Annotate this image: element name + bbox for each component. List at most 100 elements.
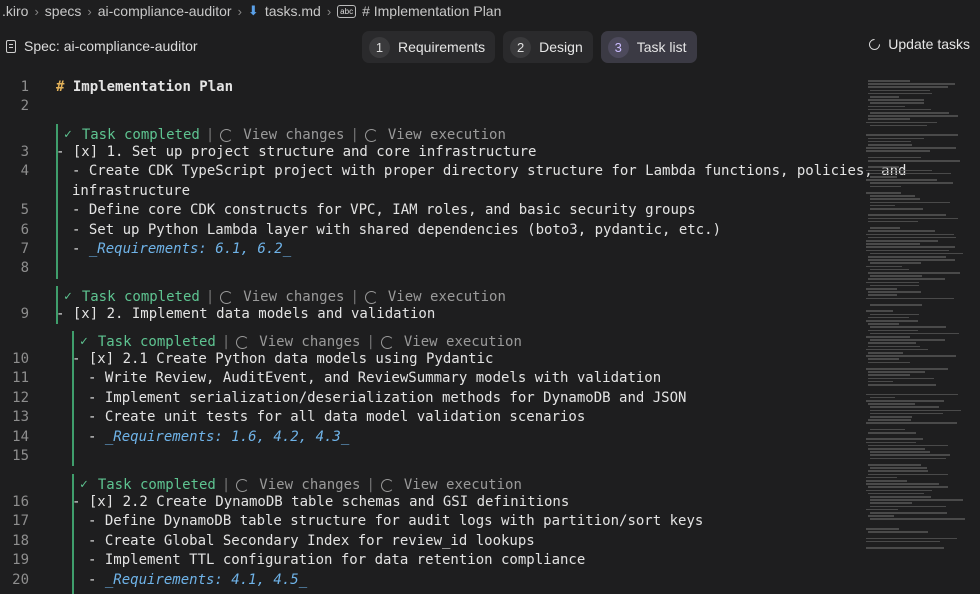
editor[interactable]: ✓ Task completed | View changes | View e… [0,78,907,594]
minimap-line [868,464,921,466]
heading-text: Implementation Plan [64,79,234,95]
minimap-line [868,345,921,348]
breadcrumb-symbol[interactable]: # Implementation Plan [362,3,501,19]
minimap-line [866,480,908,482]
minimap-line [866,348,928,351]
editor-line[interactable]: 17 - Define DynamoDB table structure for … [0,512,860,531]
minimap-line [868,371,926,373]
editor-line[interactable]: 18 - Create Global Secondary Index for re… [0,532,860,551]
spec-tabs: 1 Requirements 2 Design 3 Task list [362,31,697,63]
execution-icon [380,478,394,492]
breadcrumb-specs[interactable]: specs [45,3,82,19]
spec-title-label: Spec: ai-compliance-auditor [24,38,198,54]
minimap-line [866,121,937,124]
editor-line[interactable]: 19 - Implement TTL configuration for data… [0,551,860,570]
minimap-line [868,470,928,472]
editor-line[interactable]: 20 - _Requirements: 4.1, 4.5_ [0,571,860,590]
minimap[interactable] [866,78,970,594]
minimap-line [870,502,912,504]
markdown-file-icon: ⬇ [247,3,259,18]
minimap-line [868,256,946,258]
editor-line[interactable]: 13 - Create unit tests for all data model… [0,408,860,427]
minimap-line [866,265,902,268]
minimap-line [868,419,911,421]
minimap-line [866,336,911,338]
line-content: - _Requirements: 6.1, 6.2_ [72,240,291,259]
minimap-line [870,185,901,188]
chevron-right-icon: › [237,3,242,19]
minimap-line [868,118,910,120]
minimap-line [870,284,920,287]
line-content: - _Requirements: 4.1, 4.5_ [88,571,307,590]
minimap-line [868,358,900,360]
breadcrumb-spec-folder[interactable]: ai-compliance-auditor [98,3,232,19]
minimap-line [868,160,960,162]
line-number: 6 [20,221,29,238]
minimap-line [866,400,944,402]
execution-icon [364,290,378,304]
minimap-line [870,275,923,277]
editor-line[interactable]: 1 # Implementation Plan [0,78,860,97]
editor-line[interactable]: 9 - [x] 2. Implement data models and vali… [0,305,860,324]
line-number: 3 [20,144,29,160]
minimap-line [868,80,911,82]
minimap-line [870,176,897,178]
breadcrumb-kiro[interactable]: .kiro [2,3,28,19]
line-content: - Create Global Secondary Index for revi… [88,532,535,549]
editor-line[interactable]: 10 - [x] 2.1 Create Python data models us… [0,350,860,369]
minimap-line [870,198,920,200]
line-number: 12 [12,389,29,406]
editor-line[interactable]: 8 [0,259,860,278]
minimap-line [868,444,948,447]
minimap-line [868,137,924,140]
minimap-line [868,166,900,168]
editor-line[interactable]: 2 [0,97,860,116]
minimap-line [868,230,936,232]
breadcrumb-file[interactable]: tasks.md [265,3,321,19]
editor-line[interactable]: 11 - Write Review, AuditEvent, and Review… [0,369,860,388]
tab-task-list[interactable]: 3 Task list [600,31,697,63]
minimap-line [870,505,946,508]
minimap-line [870,268,909,271]
minimap-line [868,214,946,216]
editor-line[interactable]: 4 - Create CDK TypeScript project with pr… [0,162,907,181]
editor-line[interactable]: 7 - _Requirements: 6.1, 6.2_ [0,240,860,259]
minimap-line [870,339,945,341]
line-number: 1 [20,79,29,95]
editor-line[interactable]: 16 - [x] 2.2 Create DynamoDB table schema… [0,493,860,512]
tab-design[interactable]: 2 Design [503,31,593,63]
editor-line[interactable]: 3 - [x] 1. Set up project structure and c… [0,143,860,162]
minimap-line [866,355,956,357]
chevron-right-icon: › [34,3,39,19]
editor-line[interactable]: infrastructure [0,182,860,201]
update-tasks-button[interactable]: Update tasks [867,36,970,52]
minimap-line [868,294,898,296]
minimap-line [868,342,917,344]
editor-line[interactable]: 14 - _Requirements: 1.6, 4.2, 4.3_ [0,428,860,447]
editor-line[interactable]: 6 - Set up Python Lambda layer with share… [0,221,860,240]
minimap-line [868,473,949,476]
minimap-line [870,326,946,328]
minimap-line [866,422,958,424]
line-number: 8 [20,260,29,277]
editor-line[interactable]: 15 [0,447,860,466]
tab-label: Task list [636,39,687,55]
line-content: - Write Review, AuditEvent, and ReviewSu… [88,370,662,387]
requirements-ref: _Requirements: 6.1, 6.2_ [88,241,292,257]
line-content: - _Requirements: 1.6, 4.2, 4.3_ [88,428,349,447]
line-content: - Set up Python Lambda layer with shared… [72,221,722,238]
minimap-line [870,416,913,418]
line-content: - Implement TTL configuration for data r… [88,552,586,569]
minimap-line [870,204,896,207]
list-bullet: - [88,571,105,588]
minimap-line [868,377,935,380]
minimap-line [870,467,927,469]
minimap-line [868,531,928,533]
list-bullet: - [72,241,89,257]
editor-line[interactable]: 12 - Implement serialization/deserializat… [0,389,860,408]
editor-line[interactable]: 5 - Define core CDK constructs for VPC, I… [0,201,860,220]
tab-requirements[interactable]: 1 Requirements [362,31,496,63]
minimap-line [868,448,926,450]
diff-icon [236,478,250,492]
minimap-line [868,220,919,223]
